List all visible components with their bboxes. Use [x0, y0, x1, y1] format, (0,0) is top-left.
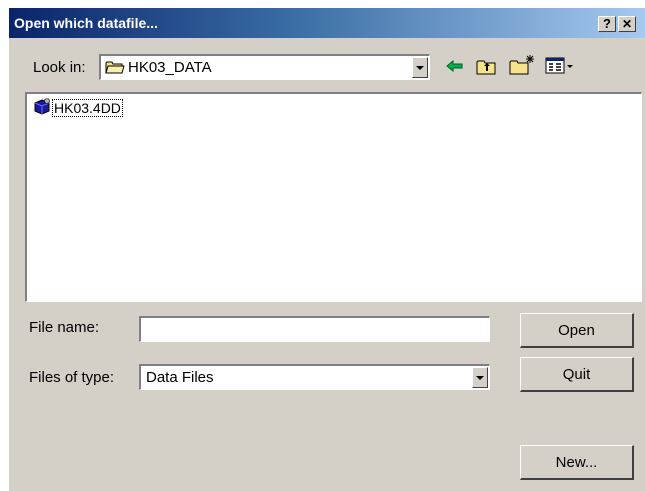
chevron-down-icon: [416, 66, 424, 70]
files-of-type-label: Files of type:: [29, 369, 115, 386]
datafile-icon: [33, 97, 51, 119]
list-item[interactable]: HK03.4DD: [33, 97, 123, 119]
look-in-dropdown[interactable]: HK03_DATA: [99, 54, 430, 80]
folder-icon: [105, 59, 125, 78]
look-in-dropdown-button[interactable]: [412, 57, 428, 78]
file-name-label: File name:: [29, 319, 100, 336]
quit-button[interactable]: Quit: [520, 357, 634, 392]
dialog-title: Open which datafile...: [14, 15, 158, 31]
up-folder-icon[interactable]: [476, 58, 498, 79]
file-name-input[interactable]: [139, 316, 490, 342]
file-list[interactable]: HK03.4DD: [25, 92, 642, 302]
new-folder-icon[interactable]: [509, 54, 535, 79]
new-button[interactable]: New...: [520, 445, 634, 480]
files-of-type-dropdown[interactable]: Data Files: [139, 364, 490, 390]
look-in-value: HK03_DATA: [128, 59, 212, 76]
look-in-label: Look in:: [33, 59, 86, 76]
help-button[interactable]: ?: [598, 16, 616, 32]
open-button[interactable]: Open: [520, 313, 634, 348]
close-icon: ✕: [621, 17, 633, 31]
close-button[interactable]: ✕: [618, 16, 636, 32]
help-icon: ?: [603, 16, 611, 31]
title-bar[interactable]: Open which datafile... ? ✕: [9, 8, 645, 38]
files-of-type-value: Data Files: [146, 369, 214, 386]
view-menu-icon[interactable]: [545, 56, 575, 79]
files-of-type-dropdown-button[interactable]: [472, 367, 488, 388]
back-arrow-icon[interactable]: [445, 58, 465, 77]
open-datafile-dialog: Open which datafile... ? ✕ Look in: HK03…: [8, 7, 645, 491]
file-name-label: HK03.4DD: [52, 99, 123, 117]
chevron-down-icon: [476, 376, 484, 380]
